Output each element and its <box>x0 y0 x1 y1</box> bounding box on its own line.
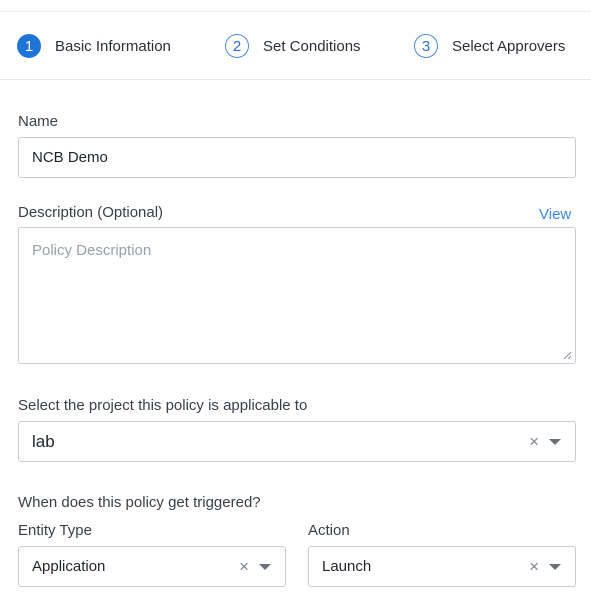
description-textarea[interactable]: Policy Description <box>18 227 576 364</box>
resize-handle-icon[interactable] <box>563 351 572 360</box>
step-label: Set Conditions <box>263 37 361 55</box>
entity-type-select[interactable]: Application × <box>18 546 286 587</box>
step-basic-information[interactable]: 1 Basic Information <box>17 34 171 58</box>
step-set-conditions[interactable]: 2 Set Conditions <box>225 34 361 58</box>
action-select-controls: × <box>529 547 561 586</box>
action-select[interactable]: Launch × <box>308 546 576 587</box>
step-select-approvers[interactable]: 3 Select Approvers <box>414 34 565 58</box>
description-label: Description (Optional) <box>18 204 164 221</box>
project-label: Select the project this policy is applic… <box>18 397 308 414</box>
clear-x-icon[interactable]: × <box>239 558 249 575</box>
clear-x-icon[interactable]: × <box>529 558 539 575</box>
clear-x-icon[interactable]: × <box>529 433 539 450</box>
policy-wizard: 1 Basic Information 2 Set Conditions 3 S… <box>0 0 591 600</box>
view-link[interactable]: View <box>539 206 571 223</box>
entity-type-select-controls: × <box>239 547 271 586</box>
step-number-badge: 1 <box>17 34 41 58</box>
name-input-value: NCB Demo <box>32 149 108 166</box>
chevron-down-icon[interactable] <box>259 563 271 570</box>
step-label: Select Approvers <box>452 37 566 55</box>
project-select[interactable]: lab × <box>18 421 576 462</box>
entity-type-label: Entity Type <box>18 522 92 539</box>
name-input[interactable]: NCB Demo <box>18 137 576 178</box>
project-select-controls: × <box>529 422 561 461</box>
step-number-badge: 2 <box>225 34 249 58</box>
trigger-heading: When does this policy get triggered? <box>18 494 261 511</box>
project-select-value: lab <box>32 431 55 451</box>
action-label: Action <box>308 522 350 539</box>
step-number-badge: 3 <box>414 34 438 58</box>
chevron-down-icon[interactable] <box>549 563 561 570</box>
entity-type-select-value: Application <box>32 558 106 575</box>
name-label: Name <box>18 113 59 130</box>
chevron-down-icon[interactable] <box>549 438 561 445</box>
wizard-stepper: 1 Basic Information 2 Set Conditions 3 S… <box>0 12 591 80</box>
action-select-value: Launch <box>322 558 372 575</box>
description-placeholder: Policy Description <box>32 242 152 259</box>
step-label: Basic Information <box>55 37 171 55</box>
